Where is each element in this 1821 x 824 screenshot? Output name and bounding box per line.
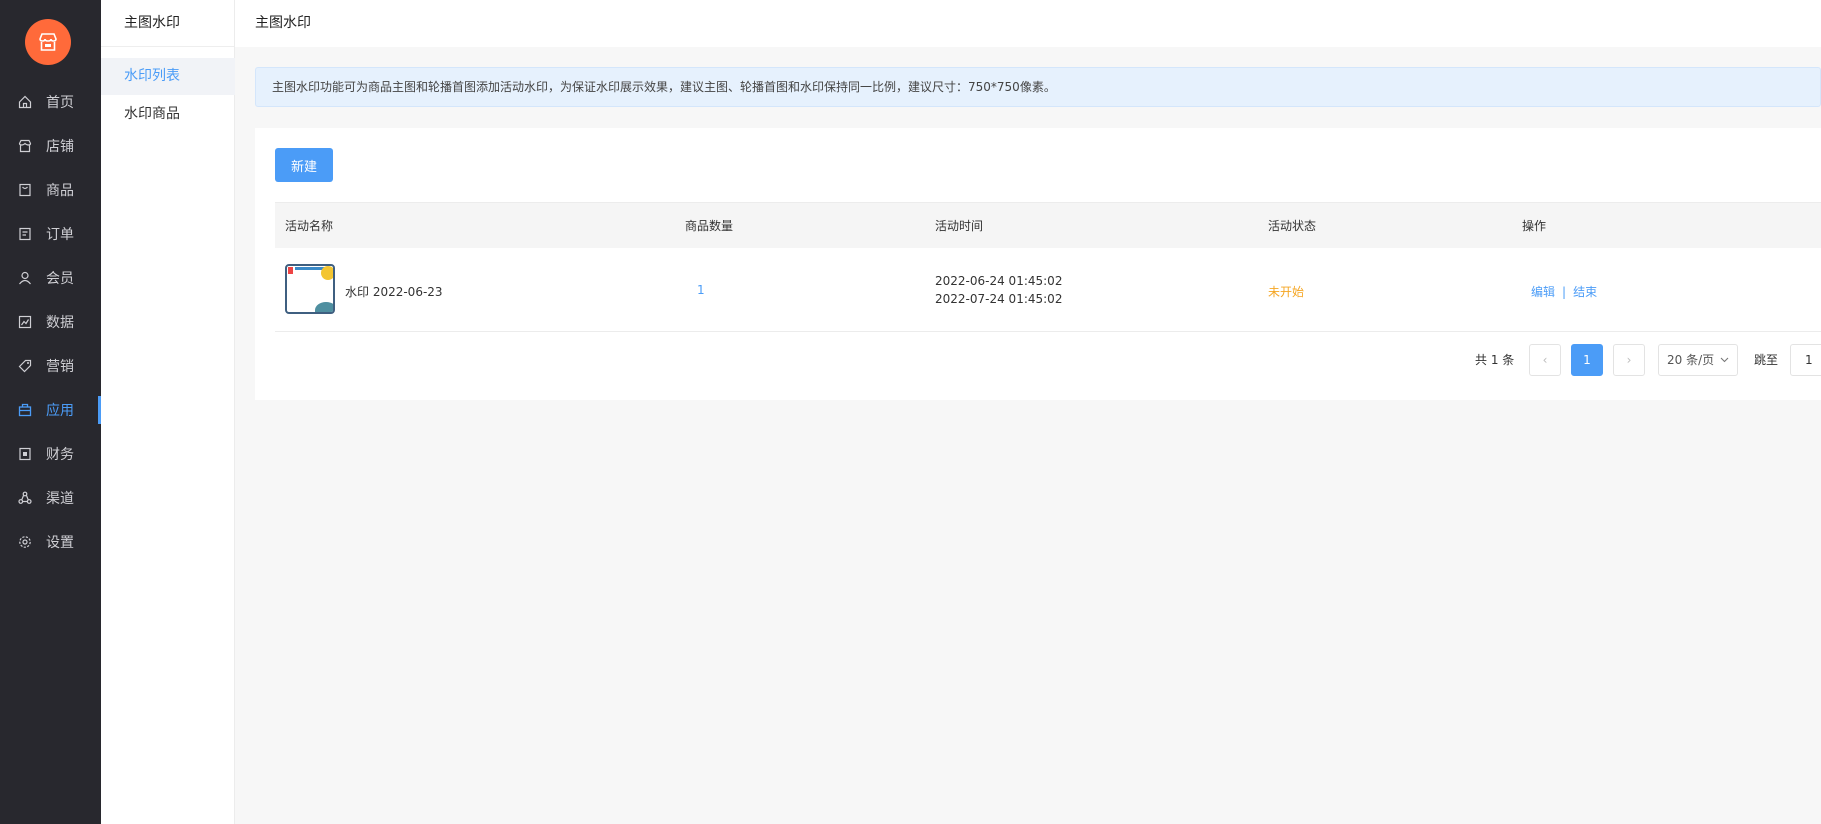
table-row: 水印 2022-06-23 1 2022-06-24 01:45:02 2022… — [275, 248, 1821, 332]
sidebar-item-goods[interactable]: 商品 — [0, 170, 101, 210]
finance-icon — [18, 447, 32, 461]
sidebar-item-settings[interactable]: 设置 — [0, 522, 101, 562]
subnav-item-watermark-goods[interactable]: 水印商品 — [101, 96, 235, 133]
new-button[interactable]: 新建 — [275, 148, 333, 182]
sidebar-item-home[interactable]: 首页 — [0, 82, 101, 122]
watermark-thumbnail — [285, 264, 335, 314]
tag-icon — [18, 359, 32, 373]
column-header-time: 活动时间 — [935, 219, 984, 233]
sidebar-item-member[interactable]: 会员 — [0, 258, 101, 298]
sidebar-item-marketing[interactable]: 营销 — [0, 346, 101, 386]
pagination-jump-input[interactable]: 1 — [1790, 344, 1821, 376]
finish-link[interactable]: 结束 — [1573, 285, 1597, 299]
page-title: 主图水印 — [235, 0, 1821, 47]
status-badge: 未开始 — [1268, 285, 1305, 299]
sidebar-item-data[interactable]: 数据 — [0, 302, 101, 342]
table-header: 活动名称 商品数量 活动时间 活动状态 操作 — [275, 202, 1821, 248]
info-notice: 主图水印功能可为商品主图和轮播首图添加活动水印，为保证水印展示效果，建议主图、轮… — [255, 67, 1821, 107]
edit-link[interactable]: 编辑 — [1531, 285, 1555, 299]
row-actions: 编辑 | 结束 — [1531, 283, 1597, 300]
content-card: 新建 活动名称 商品数量 活动时间 活动状态 操作 水印 2022-06-23 … — [255, 128, 1821, 400]
chevron-left-icon: ‹ — [1542, 353, 1548, 367]
pagination-next-button[interactable]: › — [1613, 344, 1645, 376]
pagination-total: 共 1 条 — [1475, 353, 1515, 367]
activity-name: 水印 2022-06-23 — [345, 285, 443, 299]
subnav-title: 主图水印 — [101, 0, 234, 47]
column-header-status: 活动状态 — [1268, 219, 1317, 233]
pagination-prev-button[interactable]: ‹ — [1529, 344, 1561, 376]
chevron-right-icon: › — [1626, 353, 1632, 367]
home-icon — [18, 95, 32, 109]
chart-icon — [18, 315, 32, 329]
store-icon — [18, 139, 32, 153]
pagination-jump-label: 跳至 — [1754, 353, 1779, 367]
store-logo-icon[interactable] — [25, 19, 71, 65]
sidebar-item-order[interactable]: 订单 — [0, 214, 101, 254]
action-separator: | — [1562, 285, 1567, 299]
page-size-select[interactable]: 20 条/页 — [1658, 344, 1738, 376]
gear-icon — [18, 535, 32, 549]
goods-count-link[interactable]: 1 — [697, 283, 705, 297]
activity-start-time: 2022-06-24 01:45:02 — [935, 274, 1063, 288]
subnav-item-watermark-list[interactable]: 水印列表 — [101, 58, 235, 95]
column-header-count: 商品数量 — [685, 219, 734, 233]
secondary-sidebar: 主图水印 水印列表 水印商品 — [101, 0, 235, 824]
user-icon — [18, 271, 32, 285]
sidebar-item-finance[interactable]: 财务 — [0, 434, 101, 474]
column-header-actions: 操作 — [1522, 219, 1547, 233]
sidebar-item-store[interactable]: 店铺 — [0, 126, 101, 166]
sidebar-item-app[interactable]: 应用 — [0, 390, 101, 430]
order-icon — [18, 227, 32, 241]
page-size-value: 20 条/页 — [1667, 353, 1715, 367]
chevron-down-icon — [1720, 345, 1729, 375]
column-header-name: 活动名称 — [285, 219, 334, 233]
sidebar-item-channel[interactable]: 渠道 — [0, 478, 101, 518]
main-sidebar: 首页 店铺 商品 订单 会员 数据 营销 应用 财务 渠道 设置 — [0, 0, 101, 824]
channel-icon — [18, 491, 32, 505]
activity-end-time: 2022-07-24 01:45:02 — [935, 292, 1063, 306]
pagination-page-1[interactable]: 1 — [1571, 344, 1603, 376]
app-icon — [18, 403, 32, 417]
goods-icon — [18, 183, 32, 197]
